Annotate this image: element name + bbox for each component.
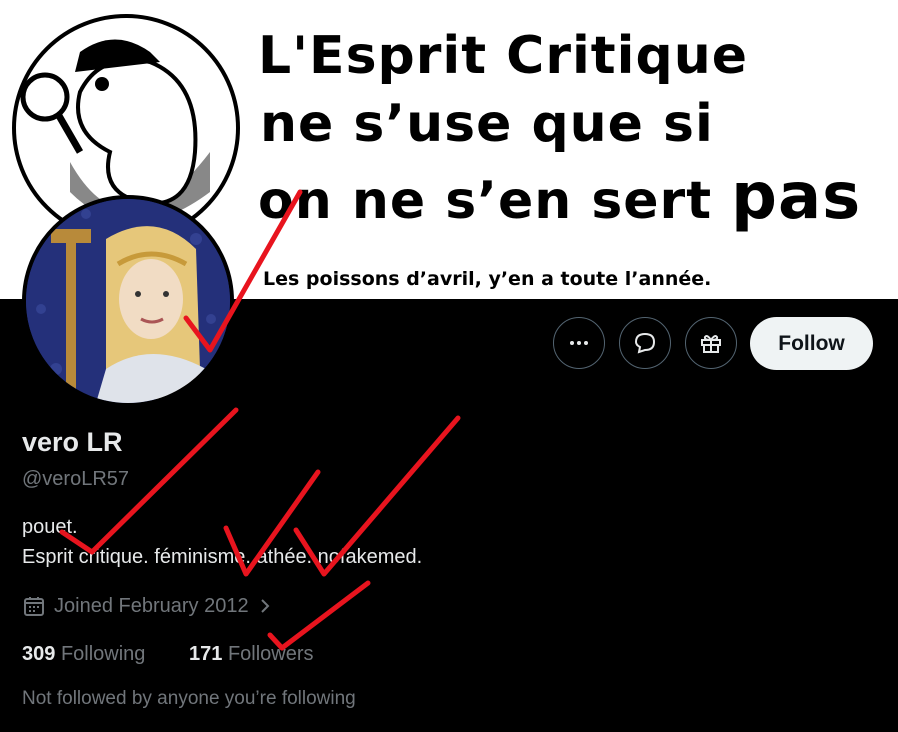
gift-button[interactable] [685,317,737,369]
message-bubble-icon [634,332,656,354]
banner-title-line3: on ne s’en sert pas [258,160,861,234]
bio-line-2: Esprit critique. féminisme. athée. nofak… [22,546,423,568]
red-check-followers [267,580,371,651]
avatar-portrait-image [26,199,230,403]
more-button[interactable] [553,317,605,369]
profile-name: vero LR [22,427,123,457]
banner-subtitle: Les poissons d’avril, y’en a toute l’ann… [263,268,712,290]
following-label: Following [60,643,146,665]
follow-button[interactable]: Follow [750,317,873,370]
joined-date[interactable]: Joined February 2012 [22,594,275,618]
gift-icon [701,335,721,353]
more-dots-icon [570,341,588,345]
avatar[interactable] [22,195,234,407]
bio-line-1: pouet. [22,516,78,538]
calendar-icon [24,597,44,616]
following-stat[interactable]: 309 Following [22,643,145,666]
not-followed-notice: Not followed by anyone you’re following [22,688,356,709]
following-count: 309 [22,643,56,665]
message-button[interactable] [619,317,671,369]
followers-stat[interactable]: 171 Followers [189,643,314,666]
chevron-right-icon [260,599,269,613]
banner-title-line3-text: on ne s’en sert [258,171,713,231]
banner-title-pas: pas [731,160,862,234]
followers-count: 171 [189,643,223,665]
banner-title-line1: L'Esprit Critique [258,26,749,86]
followers-label: Followers [227,643,314,665]
banner-title-line2: ne s’use que si [260,94,714,154]
profile-handle: @veroLR57 [22,468,130,490]
joined-text: Joined February 2012 [54,594,249,617]
